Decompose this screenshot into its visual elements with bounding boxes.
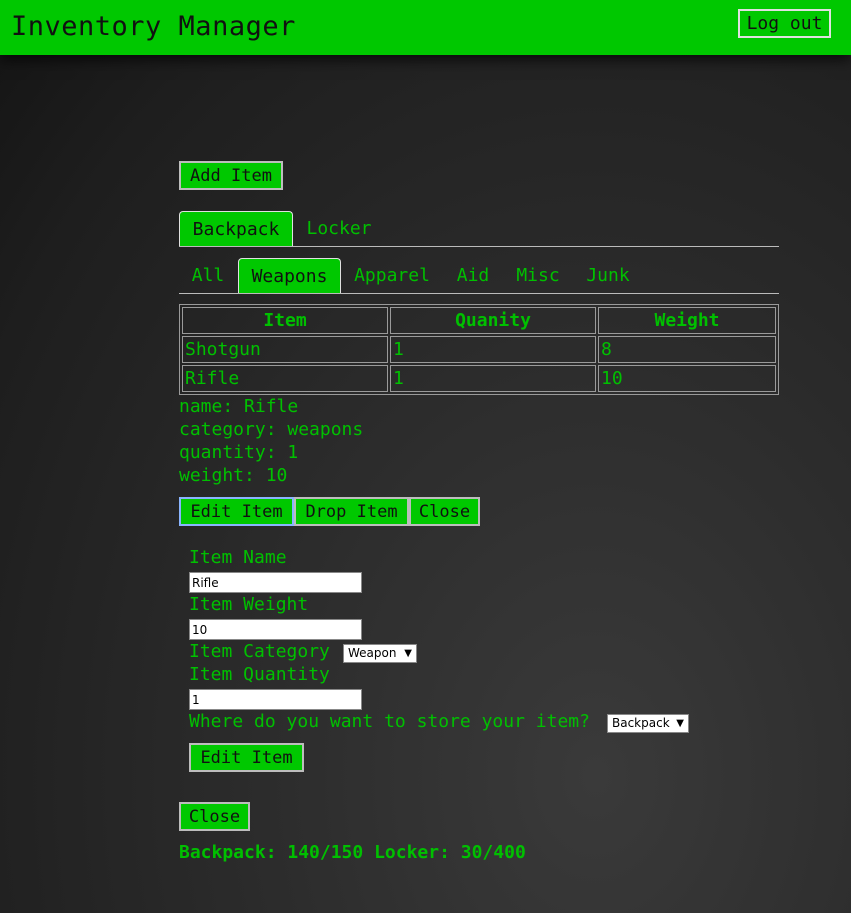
tab-misc[interactable]: Misc xyxy=(508,260,568,292)
edit-item-button[interactable]: Edit Item xyxy=(179,497,294,526)
store-location-label: Where do you want to store your item? xyxy=(189,711,590,732)
item-category-value: Weapon xyxy=(348,646,397,660)
item-weight-input[interactable] xyxy=(189,619,362,640)
column-header-weight: Weight xyxy=(598,307,776,334)
item-weight-label: Item Weight xyxy=(189,594,309,615)
tab-junk[interactable]: Junk xyxy=(578,260,638,292)
store-location-value: Backpack xyxy=(612,716,670,730)
cell-item: Shotgun xyxy=(182,336,388,363)
detail-category: category: weapons xyxy=(179,419,364,440)
table-row[interactable]: Rifle 1 10 xyxy=(182,365,776,392)
close-form-button[interactable]: Close xyxy=(179,802,250,831)
item-name-input[interactable] xyxy=(189,572,362,593)
top-bar: Inventory Manager Log out xyxy=(0,0,851,55)
app-title: Inventory Manager xyxy=(11,11,296,42)
cell-weight: 8 xyxy=(598,336,776,363)
tab-apparel[interactable]: Apparel xyxy=(346,260,438,292)
detail-weight: weight: 10 xyxy=(179,465,288,486)
tab-locker[interactable]: Locker xyxy=(298,213,380,245)
add-item-button[interactable]: Add Item xyxy=(179,161,283,190)
chevron-down-icon: ▼ xyxy=(404,648,412,659)
tab-backpack[interactable]: Backpack xyxy=(179,211,293,246)
category-tab-divider xyxy=(179,293,779,294)
tab-all[interactable]: All xyxy=(183,260,233,292)
submit-edit-button[interactable]: Edit Item xyxy=(189,743,304,772)
storage-tab-divider xyxy=(179,246,779,247)
item-category-select[interactable]: Weapon ▼ xyxy=(343,644,417,663)
item-quantity-label: Item Quantity xyxy=(189,664,330,685)
store-location-select[interactable]: Backpack ▼ xyxy=(607,714,689,733)
tab-aid[interactable]: Aid xyxy=(447,260,499,292)
column-header-item: Item xyxy=(182,307,388,334)
tab-weapons[interactable]: Weapons xyxy=(238,258,341,294)
item-quantity-input[interactable] xyxy=(189,689,362,710)
detail-name: name: Rifle xyxy=(179,396,299,417)
close-details-button[interactable]: Close xyxy=(409,497,480,526)
item-category-label: Item Category xyxy=(189,641,330,662)
inventory-table: Item Quanity Weight Shotgun 1 8 Rifle 1 … xyxy=(179,304,779,395)
cell-item: Rifle xyxy=(182,365,388,392)
column-header-quantity: Quanity xyxy=(390,307,596,334)
table-header-row: Item Quanity Weight xyxy=(182,307,776,334)
cell-quantity: 1 xyxy=(390,365,596,392)
item-name-label: Item Name xyxy=(189,547,287,568)
cell-quantity: 1 xyxy=(390,336,596,363)
drop-item-button[interactable]: Drop Item xyxy=(294,497,409,526)
table-row[interactable]: Shotgun 1 8 xyxy=(182,336,776,363)
detail-quantity: quantity: 1 xyxy=(179,442,299,463)
chevron-down-icon: ▼ xyxy=(676,718,684,729)
capacity-summary: Backpack: 140/150 Locker: 30/400 xyxy=(179,842,526,863)
logout-button[interactable]: Log out xyxy=(738,9,831,38)
cell-weight: 10 xyxy=(598,365,776,392)
